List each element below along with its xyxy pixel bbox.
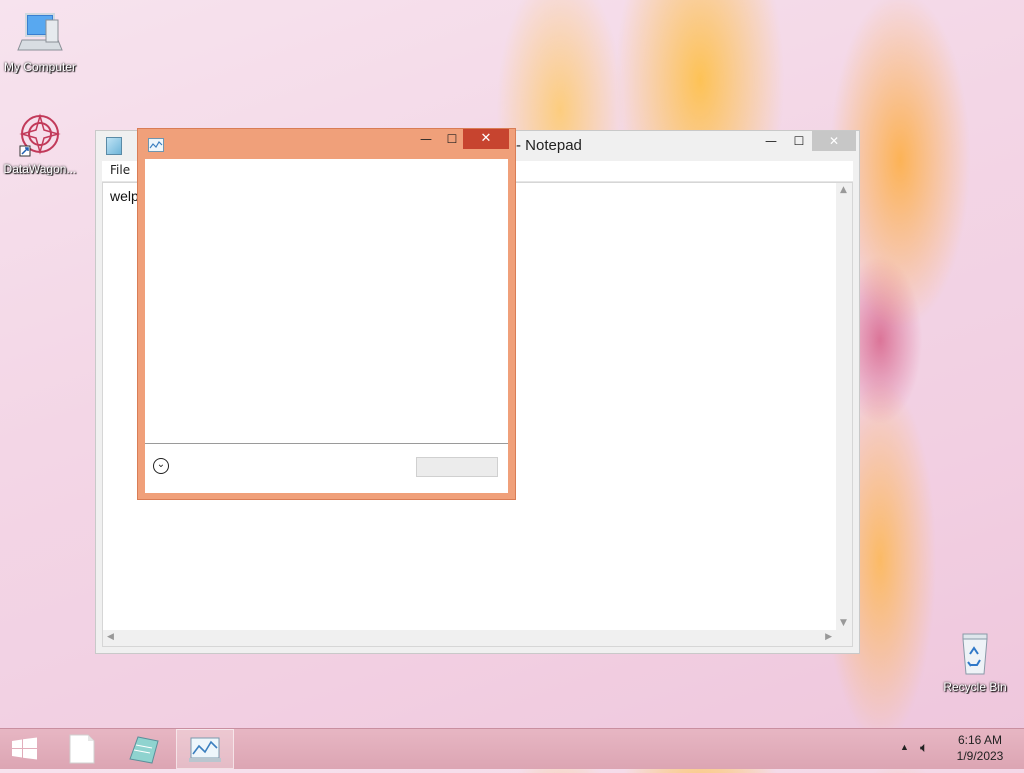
- notepad-taskbar-icon: [129, 736, 159, 764]
- taskbar-notepad[interactable]: [116, 729, 174, 769]
- scroll-left-icon[interactable]: ◀: [107, 632, 114, 642]
- desktop-icon-label: Recycle Bin: [943, 680, 1007, 694]
- taskbar-file-explorer[interactable]: [54, 729, 112, 769]
- clock-time: 6:16 AM: [957, 733, 1003, 747]
- desktop-icon-label: DataWagon...: [3, 162, 77, 176]
- expand-details-icon[interactable]: ⌄: [153, 458, 169, 474]
- window-title: - Notepad: [516, 137, 582, 154]
- desktop-icon-datawagon[interactable]: DataWagon...: [0, 112, 80, 176]
- dialog-minimize-button[interactable]: —: [414, 129, 438, 149]
- menu-file[interactable]: File: [110, 163, 130, 177]
- document-icon: [69, 734, 95, 764]
- dialog-action-button[interactable]: [416, 457, 498, 477]
- dialog-close-button[interactable]: ✕: [463, 129, 509, 149]
- close-button[interactable]: ✕: [812, 131, 856, 151]
- clock[interactable]: 6:16 AM 1/9/2023: [950, 733, 1010, 763]
- vertical-scrollbar[interactable]: ▲ ▼: [836, 183, 852, 630]
- scroll-right-icon[interactable]: ▶: [825, 632, 832, 642]
- recycle-bin-icon: [951, 630, 999, 678]
- clock-date: 1/9/2023: [956, 749, 1004, 763]
- horizontal-scrollbar[interactable]: ◀ ▶: [103, 630, 836, 646]
- desktop-icon-recycle-bin[interactable]: Recycle Bin: [935, 630, 1015, 694]
- dialog-body: ⌄: [145, 159, 508, 493]
- resize-grip-icon[interactable]: [836, 630, 852, 646]
- computer-icon: [16, 10, 64, 58]
- dialog-maximize-button[interactable]: ☐: [440, 129, 464, 149]
- scroll-up-icon[interactable]: ▲: [840, 185, 847, 195]
- maximize-button[interactable]: ☐: [786, 131, 812, 151]
- taskbar: ▲ 🔈︎ 6:16 AM 1/9/2023: [0, 728, 1024, 769]
- dialog-title-bar[interactable]: — ☐ ✕: [138, 129, 515, 159]
- volume-icon[interactable]: 🔈︎: [920, 739, 928, 756]
- scroll-down-icon[interactable]: ▼: [840, 618, 847, 628]
- show-hidden-icons-icon[interactable]: ▲: [900, 742, 909, 752]
- performance-monitor-taskbar-icon: [189, 737, 221, 762]
- taskbar-performance-monitor[interactable]: [176, 729, 234, 769]
- datawagon-icon: [16, 112, 64, 160]
- notepad-icon: [106, 137, 122, 155]
- editor-content: welp: [110, 188, 139, 204]
- windows-logo-icon: [12, 737, 37, 760]
- start-button[interactable]: [0, 729, 58, 769]
- performance-monitor-icon: [148, 138, 164, 152]
- dialog-divider: [145, 443, 508, 444]
- desktop-icon-label: My Computer: [3, 60, 77, 74]
- dialog-window[interactable]: — ☐ ✕ ⌄: [137, 128, 516, 500]
- desktop-icon-my-computer[interactable]: My Computer: [0, 10, 80, 74]
- minimize-button[interactable]: —: [758, 131, 784, 151]
